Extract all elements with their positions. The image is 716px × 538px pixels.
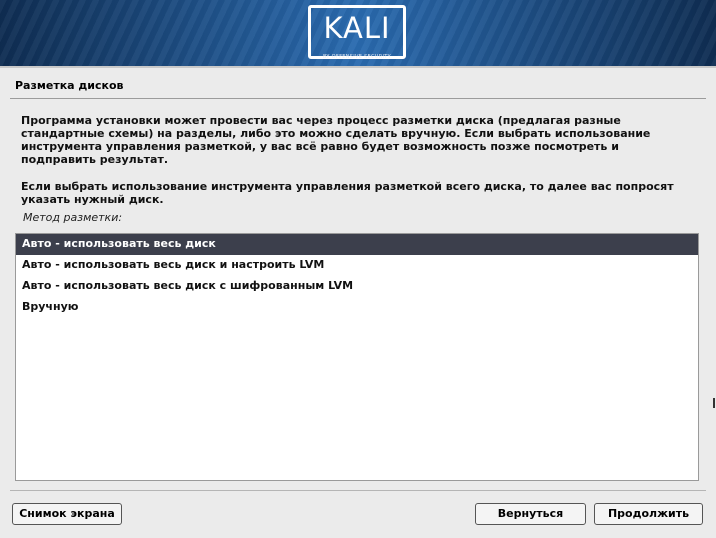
option-auto-whole-disk-lvm[interactable]: Авто - использовать весь диск и настроит…: [16, 255, 698, 276]
option-auto-whole-disk-encrypted-lvm[interactable]: Авто - использовать весь диск с шифрован…: [16, 276, 698, 297]
partition-method-label: Метод разметки:: [23, 211, 123, 224]
continue-button[interactable]: Продолжить: [594, 503, 703, 525]
page-title: Разметка дисков: [15, 79, 124, 92]
partition-method-list[interactable]: Авто - использовать весь диск Авто - исп…: [15, 233, 699, 481]
title-divider: [10, 98, 706, 99]
window-edge-mark: [713, 398, 715, 408]
kali-header-banner: KALI BY OFFENSIVE SECURITY: [0, 0, 716, 66]
option-auto-whole-disk[interactable]: Авто - использовать весь диск: [16, 234, 698, 255]
screenshot-button[interactable]: Снимок экрана: [12, 503, 122, 525]
kali-logo-text: KALI: [323, 11, 391, 45]
option-manual[interactable]: Вручную: [16, 297, 698, 318]
kali-logo: KALI: [308, 5, 406, 59]
description-paragraph-2: Если выбрать использование инструмента у…: [21, 180, 674, 206]
description-paragraph-1: Программа установки может провести вас ч…: [21, 114, 651, 166]
back-button[interactable]: Вернуться: [475, 503, 586, 525]
header-divider: [0, 66, 716, 68]
kali-logo-subtext: BY OFFENSIVE SECURITY: [322, 54, 392, 60]
footer-divider: [10, 490, 706, 491]
